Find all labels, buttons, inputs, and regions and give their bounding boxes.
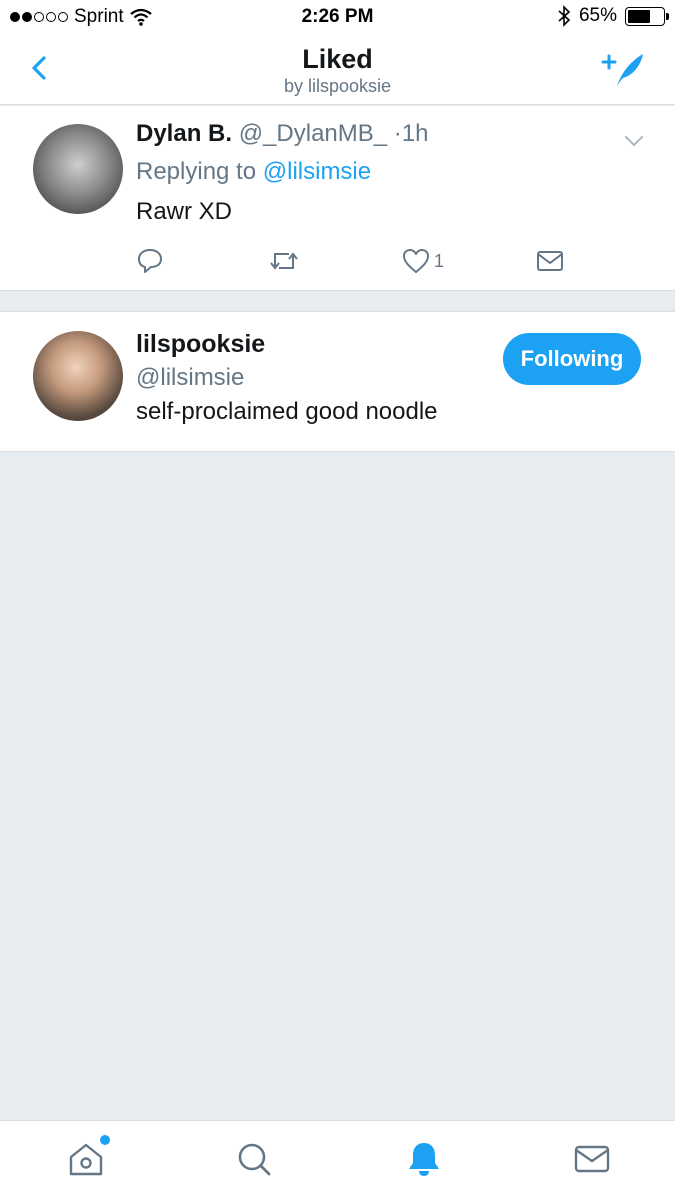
envelope-icon [537, 251, 563, 271]
tweet-author-handle[interactable]: @_DylanMB_ [239, 120, 387, 147]
compose-button[interactable] [599, 48, 647, 90]
user-card[interactable]: lilspooksie @lilsimsie self-proclaimed g… [0, 311, 675, 452]
status-bar: Sprint 2:26 PM 65% [0, 0, 675, 36]
home-notification-dot [100, 1135, 110, 1145]
like-count: 1 [434, 250, 445, 271]
tweet-text: Rawr XD [136, 198, 233, 225]
battery-fill [628, 9, 651, 23]
replying-to: Replying to @lilsimsie [136, 158, 371, 186]
reply-icon [138, 249, 162, 273]
battery-percent: 65% [578, 5, 617, 26]
chevron-down-icon [625, 136, 643, 147]
tweet-header: Dylan B. @_DylanMB_ ·1h [136, 120, 429, 148]
following-button[interactable]: Following [503, 333, 641, 385]
tweet-card[interactable]: Dylan B. @_DylanMB_ ·1h Replying to @lil… [0, 106, 675, 291]
like-button[interactable]: 1 [402, 246, 444, 276]
avatar[interactable] [33, 331, 123, 421]
tweet-timestamp: 1h [401, 120, 429, 147]
page-subtitle: by lilspooksie [283, 76, 392, 96]
nav-header: Liked by lilspooksie [0, 36, 675, 105]
bluetooth-icon [558, 5, 571, 27]
envelope-icon [574, 1145, 610, 1173]
tab-search[interactable] [234, 1139, 274, 1179]
page-title: Liked [302, 44, 373, 74]
replying-to-handle[interactable]: @lilsimsie [263, 158, 371, 185]
tab-bar [0, 1120, 675, 1200]
retweet-button[interactable] [268, 246, 300, 276]
direct-message-button[interactable] [536, 246, 564, 276]
search-icon [238, 1143, 271, 1176]
status-right: 65% [557, 5, 669, 27]
user-name[interactable]: lilspooksie [136, 330, 265, 359]
heart-icon [403, 249, 429, 273]
tweet-options-button[interactable] [623, 130, 645, 152]
bell-icon [409, 1143, 439, 1176]
compose-tweet-icon [601, 54, 643, 86]
replying-to-label: Replying to [136, 158, 257, 185]
user-bio: self-proclaimed good noodle [136, 398, 438, 425]
tab-notifications[interactable] [404, 1139, 444, 1179]
battery-icon [625, 6, 669, 26]
tab-messages[interactable] [572, 1139, 612, 1179]
tab-home[interactable] [66, 1135, 110, 1179]
retweet-icon [270, 252, 298, 270]
user-handle[interactable]: @lilsimsie [136, 364, 244, 392]
home-icon [69, 1143, 103, 1176]
reply-button[interactable] [136, 246, 164, 276]
avatar[interactable] [33, 124, 123, 214]
tweet-author-name[interactable]: Dylan B. [136, 120, 232, 147]
tweet-separator: · [393, 120, 402, 147]
